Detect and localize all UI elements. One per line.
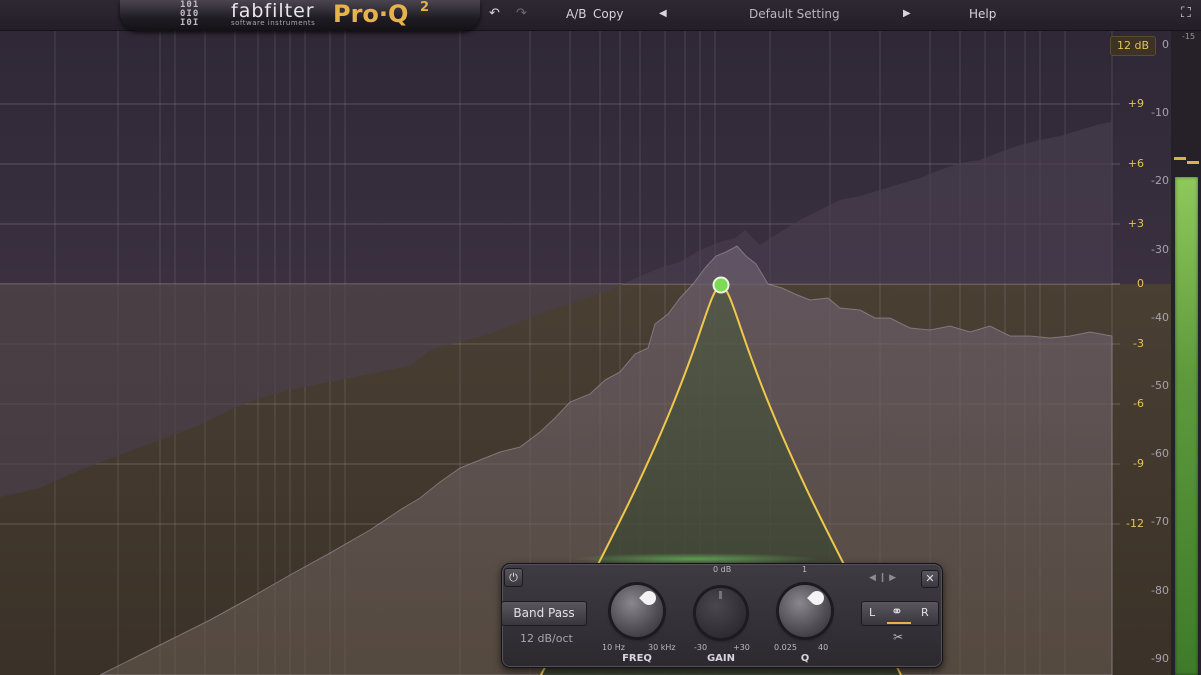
redo-icon[interactable]: ↷ [516,6,527,21]
analyzer-scale-label: -40 [1151,310,1169,324]
help-menu[interactable]: Help [969,7,996,21]
output-meter-level [1175,177,1198,675]
product-version: 2 [420,0,430,15]
q-knob[interactable] [779,585,831,637]
gain-knob-pointer [719,591,722,599]
meter-peak-left [1174,157,1186,160]
q-label: Q [800,653,810,664]
meter-top-label: -15 [1182,32,1196,41]
undo-icon[interactable]: ↶ [489,6,500,21]
band-power-button[interactable]: ⏻ [504,568,523,587]
channel-right-button[interactable]: R [921,606,929,619]
freq-max-label: 30 kHz [648,643,676,652]
freq-label: FREQ [622,653,652,664]
gain-knob[interactable] [696,588,746,638]
analyzer-scale-label: -80 [1151,583,1169,597]
meter-peak-right [1187,161,1199,164]
eq-scale-label: -3 [1133,337,1144,350]
product-name: Pro·Q [333,0,409,28]
preset-next-icon[interactable]: ▶ [903,8,911,19]
freq-min-label: 10 Hz [602,643,625,652]
band-nav-icon[interactable]: ◀ ❙ ▶ [869,573,896,583]
analyzer-scale-label: -90 [1151,651,1169,665]
filter-slope-select[interactable]: 12 dB/oct [520,632,573,645]
channel-left-button[interactable]: L [869,606,875,619]
preset-prev-icon[interactable]: ◀ [659,8,667,19]
eq-scale-label: -12 [1126,517,1144,530]
display-range-button[interactable]: 12 dB [1110,36,1156,56]
analyzer-scale-label: -30 [1151,242,1169,256]
analyzer-scale-label: -20 [1151,174,1169,188]
fabfilter-logo-icon: 101 0I0 I0I [180,0,200,28]
gain-label: GAIN [706,653,736,664]
eq-scale-label: 0 [1137,277,1144,290]
analyzer-scale-label: -60 [1151,447,1169,461]
ab-toggle-button[interactable]: A/B [566,7,586,21]
eq-scale-label: -6 [1133,397,1144,410]
q-top-label: 1 [802,565,808,574]
gain-max-label: +30 [733,643,750,652]
filter-shape-select[interactable]: Band Pass [501,601,587,626]
freq-knob[interactable] [611,585,663,637]
analyzer-scale-label: -10 [1151,106,1169,120]
stereo-link-icon[interactable]: ⚭ [891,604,903,620]
eq-scale-label: +9 [1127,97,1144,110]
gain-min-label: -30 [694,643,708,652]
analyzer-scale-label: -50 [1151,379,1169,392]
eq-scale-label: -9 [1133,457,1144,470]
scissors-icon[interactable]: ✂ [893,630,903,644]
copy-button[interactable]: Copy [593,7,623,21]
brand-tagline: software instruments [231,19,316,27]
gain-top-label: 0 dB [713,565,732,574]
preset-name[interactable]: Default Setting [749,7,840,21]
band-node[interactable] [712,276,730,294]
pro-q2-plugin-window: +9 +6 +3 0 -3 -6 -9 -12 0 -10 -20 -30 -40 -50 -60 -70 -… [0,0,1201,675]
stereo-active-indicator [887,622,911,624]
analyzer-scale-label: -70 [1151,515,1169,529]
band-close-button[interactable]: ✕ [921,570,939,588]
eq-scale-label: +6 [1127,157,1144,170]
fullscreen-icon[interactable]: ⛶ [1181,5,1191,21]
q-max-label: 40 [818,643,829,652]
q-min-label: 0.025 [774,643,797,652]
eq-scale-label: +3 [1127,217,1144,230]
